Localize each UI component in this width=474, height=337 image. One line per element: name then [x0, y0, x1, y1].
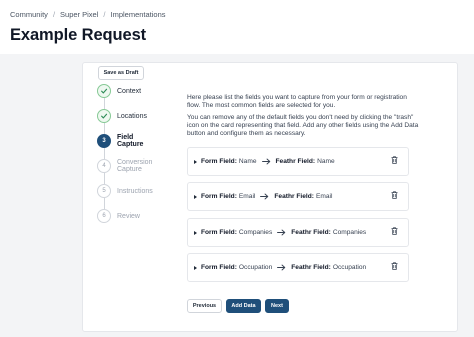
trash-icon[interactable]: [391, 191, 398, 201]
form-field-label: Form Field:: [201, 158, 237, 165]
form-field-value: Name: [238, 158, 257, 165]
feathr-field-label: Feathr Field:: [274, 193, 314, 200]
form-field-value: Companies: [238, 229, 273, 236]
page-header: Community / Super Pixel / Implementation…: [0, 0, 474, 54]
request-card: Save as Draft Context Locations 3 Field …: [82, 62, 458, 332]
arrow-right-icon: [260, 193, 269, 200]
step-label: Locations: [117, 112, 147, 120]
step-number: 6: [97, 209, 111, 223]
arrow-right-icon: [277, 264, 286, 271]
instructions-text: Here please list the fields you want to …: [187, 94, 419, 138]
step-field-capture[interactable]: 3 Field Capture: [97, 134, 143, 148]
field-card-name[interactable]: Form Field: Name Feathr Field: Name: [187, 147, 409, 176]
step-connector: [104, 98, 105, 109]
intro-paragraph: Here please list the fields you want to …: [187, 94, 407, 110]
content-area: Save as Draft Context Locations 3 Field …: [0, 54, 474, 337]
form-field-label: Form Field:: [201, 264, 237, 271]
step-label: Review: [117, 212, 140, 220]
trash-icon[interactable]: [391, 156, 398, 166]
form-field-value: Occupation: [238, 264, 273, 271]
caret-right-icon[interactable]: [194, 194, 197, 199]
step-label: Context: [117, 87, 142, 95]
step-review[interactable]: 6 Review: [97, 209, 140, 223]
form-field-label: Form Field:: [201, 229, 237, 236]
add-data-button[interactable]: Add Data: [226, 299, 261, 313]
next-button[interactable]: Next: [265, 299, 289, 313]
caret-right-icon[interactable]: [194, 159, 197, 164]
caret-right-icon[interactable]: [194, 265, 197, 270]
step-connector: [104, 173, 105, 184]
breadcrumb-item-implementations[interactable]: Implementations: [110, 10, 165, 19]
check-icon: [97, 109, 111, 123]
step-label: Instructions: [117, 187, 153, 195]
feathr-field-value: Email: [315, 193, 333, 200]
feathr-field-label: Feathr Field:: [275, 158, 316, 165]
field-card-occupation[interactable]: Form Field: Occupation Feathr Field: Occ…: [187, 253, 409, 282]
step-number: 4: [97, 159, 111, 173]
arrow-right-icon: [277, 229, 286, 236]
breadcrumb-separator: /: [52, 10, 56, 19]
feathr-field-value: Companies: [332, 229, 367, 236]
step-conversion-capture[interactable]: 4 Conversion Capture: [97, 159, 152, 173]
step-label: Conversion Capture: [117, 159, 153, 173]
previous-button[interactable]: Previous: [187, 299, 222, 313]
action-buttons: Previous Add Data Next: [187, 299, 289, 313]
step-number: 5: [97, 184, 111, 198]
step-connector: [104, 123, 105, 134]
save-as-draft-button[interactable]: Save as Draft: [98, 66, 144, 80]
field-card-email[interactable]: Form Field: Email Feathr Field: Email: [187, 182, 409, 211]
field-card-companies[interactable]: Form Field: Companies Feathr Field: Comp…: [187, 218, 409, 247]
step-context[interactable]: Context: [97, 84, 141, 98]
feathr-field-label: Feathr Field:: [291, 229, 331, 236]
caret-right-icon[interactable]: [194, 230, 197, 235]
breadcrumb-separator: /: [103, 10, 106, 19]
feathr-field-value: Occupation: [332, 264, 367, 271]
breadcrumb: Community / Super Pixel / Implementation…: [10, 10, 166, 19]
step-instructions[interactable]: 5 Instructions: [97, 184, 153, 198]
intro-paragraph: You can remove any of the default fields…: [187, 113, 419, 138]
step-label: Field Capture: [117, 134, 144, 148]
trash-icon[interactable]: [391, 262, 398, 272]
breadcrumb-item-community[interactable]: Community: [10, 10, 48, 19]
breadcrumb-item-super-pixel[interactable]: Super Pixel: [60, 10, 98, 19]
check-icon: [97, 84, 111, 98]
form-field-label: Form Field:: [201, 193, 237, 200]
step-connector: [104, 148, 105, 159]
step-connector: [104, 198, 105, 209]
step-number: 3: [97, 134, 111, 148]
form-field-value: Email: [238, 193, 256, 200]
trash-icon[interactable]: [391, 227, 398, 237]
arrow-right-icon: [261, 158, 271, 165]
feathr-field-label: Feathr Field:: [291, 264, 331, 271]
feathr-field-value: Name: [317, 158, 335, 165]
page-title: Example Request: [10, 26, 147, 44]
step-locations[interactable]: Locations: [97, 109, 147, 123]
